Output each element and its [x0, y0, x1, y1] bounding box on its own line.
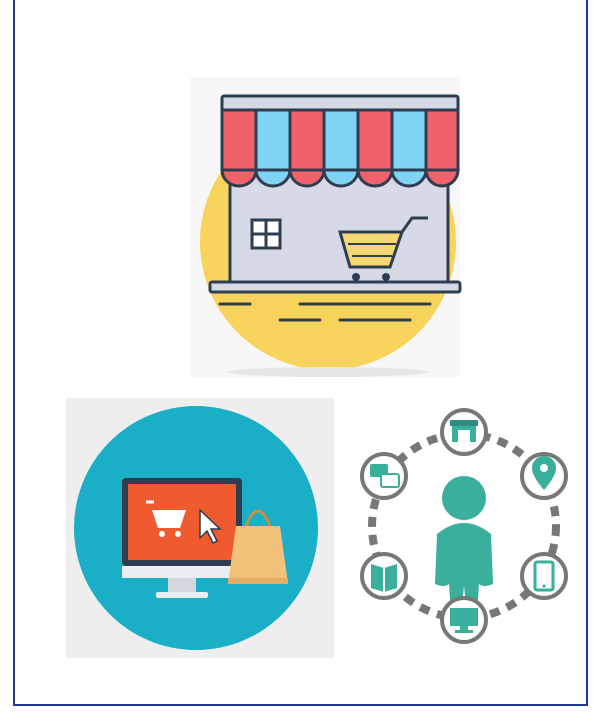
catalog-book-icon [360, 552, 408, 600]
storefront-icon [180, 72, 468, 382]
smartphone-icon [520, 552, 568, 600]
desktop-icon [440, 596, 488, 644]
online-shopping-icon [66, 398, 334, 658]
store-icon [440, 408, 488, 456]
chat-bubbles-icon [360, 452, 408, 500]
location-pin-icon [520, 452, 568, 500]
frame-border-left [13, 0, 15, 706]
omnichannel-customer-icon [333, 398, 595, 658]
frame-border-bottom [13, 704, 588, 706]
page-frame [0, 0, 601, 721]
